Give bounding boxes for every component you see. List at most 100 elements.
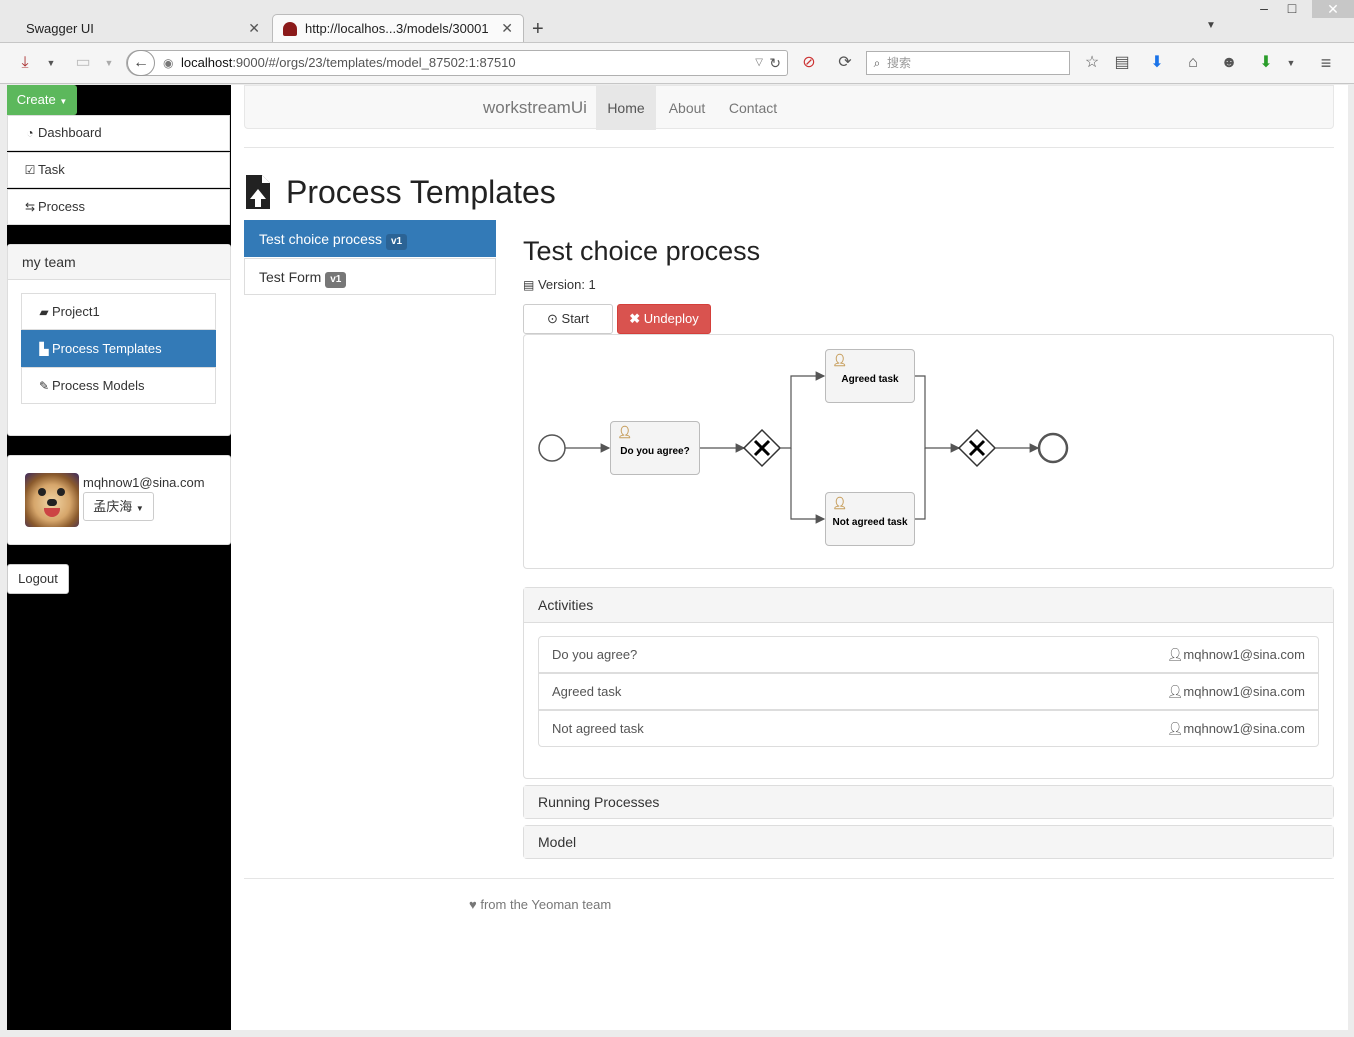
logout-button[interactable]: Logout: [7, 564, 69, 594]
minimize-icon[interactable]: –: [1249, 0, 1279, 18]
undeploy-label: Undeploy: [643, 311, 699, 326]
template-label: Test Form: [259, 269, 322, 285]
activity-row[interactable]: Not agreed task 👤︎mqhnow1@sina.com: [538, 710, 1319, 747]
sidebar-item-label: Task: [38, 162, 65, 177]
sidebar-item-process-templates[interactable]: ▙ Process Templates: [21, 330, 216, 367]
heart-icon: ♥: [469, 897, 477, 912]
sidebar-item-project1[interactable]: ▰ Project1: [21, 293, 216, 330]
sequence-flow: [915, 375, 961, 453]
nav-about[interactable]: About: [656, 86, 718, 130]
url-path: :9000/#/orgs/23/templates/model_87502:1:…: [232, 55, 516, 70]
task-node[interactable]: 👤︎ Not agreed task: [825, 492, 915, 546]
task-node[interactable]: 👤︎ Agreed task: [825, 349, 915, 403]
sidebar-item-dashboard[interactable]: ◔ Dashboard: [7, 115, 230, 151]
tab-label: Swagger UI: [26, 20, 94, 36]
footer-text: from the Yeoman team: [480, 897, 612, 912]
brand[interactable]: workstreamUi: [483, 86, 587, 130]
tab-list-icon[interactable]: ▼: [1206, 20, 1216, 31]
running-processes-panel[interactable]: Running Processes: [523, 785, 1334, 819]
files-icon: ▤: [523, 278, 535, 292]
sidebar-item-process[interactable]: ⇆ Process: [7, 189, 230, 225]
app-navbar: workstreamUi Home About Contact: [244, 85, 1334, 130]
nav-contact[interactable]: Contact: [718, 86, 788, 130]
close-icon[interactable]: ✕: [248, 20, 260, 37]
user-menu-button[interactable]: 孟庆海 ▼: [83, 492, 154, 521]
play-circle-icon: ⊙: [547, 311, 558, 326]
back-button[interactable]: ←: [127, 50, 155, 76]
avatar: [25, 473, 79, 527]
sequence-flow: [915, 448, 926, 520]
assignee-email: mqhnow1@sina.com: [1183, 721, 1305, 736]
home-icon[interactable]: ⌂: [1182, 53, 1204, 73]
exclusive-gateway[interactable]: [957, 428, 997, 468]
start-event[interactable]: [538, 434, 566, 462]
browser-tab-active[interactable]: http://localhos...3/models/30001 ✕: [272, 14, 524, 42]
template-item[interactable]: Test Form v1: [244, 258, 496, 295]
scrollbar-area: [1348, 85, 1354, 1037]
reading-list-icon[interactable]: ▤: [1111, 53, 1133, 73]
footer: ♥ from the Yeoman team: [469, 897, 611, 912]
assignee-email: mqhnow1@sina.com: [1183, 647, 1305, 662]
activity-name: Not agreed task: [552, 721, 644, 736]
menu-icon[interactable]: ≡: [1315, 53, 1337, 73]
activity-row[interactable]: Do you agree? 👤︎mqhnow1@sina.com: [538, 636, 1319, 673]
pencil-icon: ✎: [38, 379, 50, 393]
process-title: Test choice process: [523, 236, 761, 266]
chat-icon[interactable]: ☻: [1218, 53, 1240, 73]
new-tab-button[interactable]: +: [532, 18, 544, 41]
sidebar: [7, 85, 231, 1030]
end-event[interactable]: [1037, 432, 1069, 464]
activity-row[interactable]: Agreed task 👤︎mqhnow1@sina.com: [538, 673, 1319, 710]
team-panel-title: my team: [8, 245, 230, 280]
create-button[interactable]: Create ▼: [7, 85, 77, 115]
dropdown-icon[interactable]: ▽: [755, 51, 763, 75]
nav-home[interactable]: Home: [596, 86, 656, 130]
sidebar-item-process-models[interactable]: ✎ Process Models: [21, 367, 216, 404]
tab-favicon-icon: [283, 21, 297, 36]
download-blocked-icon[interactable]: ⤓: [14, 53, 36, 73]
undeploy-button[interactable]: ✖ Undeploy: [617, 304, 711, 334]
sidebar-item-task[interactable]: ☑ Task: [7, 152, 230, 188]
reload-icon[interactable]: ↻: [769, 51, 781, 75]
page-header: Process Templates: [244, 172, 556, 212]
chevron-down-icon[interactable]: ▼: [40, 53, 62, 73]
activities-title[interactable]: Activities: [524, 588, 1333, 623]
download-icon[interactable]: ⬇: [1146, 53, 1168, 73]
sidebar-item-label: Dashboard: [38, 125, 102, 140]
caret-down-icon: ▼: [59, 97, 68, 106]
url-text[interactable]: localhost:9000/#/orgs/23/templates/model…: [181, 51, 516, 75]
tab-label: http://localhos...3/models/30001: [305, 21, 489, 36]
sequence-flow: [790, 448, 826, 524]
star-icon[interactable]: ☆: [1081, 53, 1103, 73]
activity-assignee: 👤︎mqhnow1@sina.com: [1167, 711, 1305, 747]
addon-icon[interactable]: ⬇: [1255, 53, 1277, 73]
user-icon: 👤︎: [1166, 721, 1184, 736]
task-label: Not agreed task: [832, 517, 908, 528]
chevron-down-icon[interactable]: ▼: [1280, 53, 1302, 73]
bookmark-folder-icon[interactable]: ▭: [72, 53, 94, 73]
adblock-icon[interactable]: ⊘: [798, 53, 820, 73]
chevron-down-icon[interactable]: ▼: [98, 53, 120, 73]
close-icon[interactable]: ✕: [501, 20, 513, 37]
task-node[interactable]: 👤︎ Do you agree?: [610, 421, 700, 475]
template-label: Test choice process: [259, 231, 382, 247]
browser-tab-swagger[interactable]: Swagger UI ✕: [16, 14, 270, 42]
sync-icon[interactable]: ⟳: [834, 53, 856, 73]
window-close-icon[interactable]: ✕: [1312, 0, 1354, 18]
sequence-flow: [780, 371, 826, 449]
model-panel[interactable]: Model: [523, 825, 1334, 859]
url-bar[interactable]: ← ◉ localhost:9000/#/orgs/23/templates/m…: [126, 50, 788, 76]
user-name: 孟庆海: [93, 499, 133, 514]
user-icon: 👤︎: [1166, 684, 1184, 699]
start-button[interactable]: ⊙ Start: [523, 304, 613, 334]
user-email: mqhnow1@sina.com: [83, 475, 205, 490]
exclusive-gateway[interactable]: [742, 428, 782, 468]
version-line: ▤ Version: 1: [523, 277, 596, 292]
search-input[interactable]: ⌕ 搜索: [866, 51, 1070, 75]
sidebar-item-label: Process Templates: [52, 341, 162, 356]
sidebar-item-label: Project1: [52, 304, 100, 319]
activity-assignee: 👤︎mqhnow1@sina.com: [1167, 637, 1305, 673]
template-item[interactable]: Test choice process v1: [244, 220, 496, 257]
url-host: localhost: [181, 55, 233, 70]
maximize-icon[interactable]: □: [1277, 0, 1307, 18]
